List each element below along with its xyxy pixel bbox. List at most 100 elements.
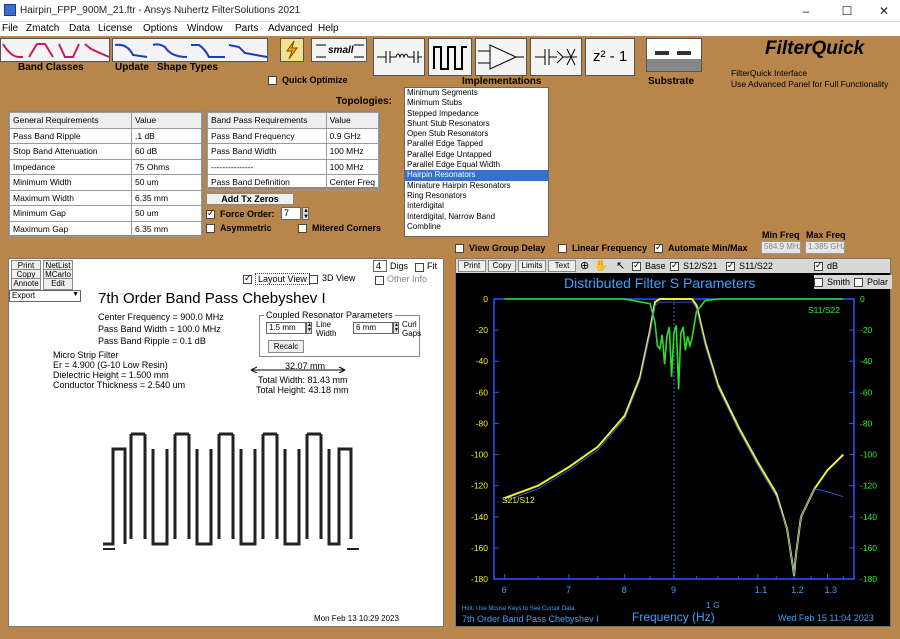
menu-window[interactable]: Window — [187, 23, 223, 34]
s11-checkbox[interactable] — [726, 260, 735, 272]
min-freq-input[interactable]: 584.9 MHz — [761, 241, 801, 254]
menu-data[interactable]: Data — [69, 23, 90, 34]
bandpass-requirements-table[interactable]: Band Pass Requirements Value Pass Band Fr… — [206, 111, 380, 191]
topology-list[interactable]: Minimum Segments Minimum Stubs Stepped I… — [404, 87, 549, 237]
active-impl-button[interactable] — [475, 38, 527, 76]
hand-icon[interactable]: ✋ — [594, 259, 608, 272]
list-item[interactable]: Parallel Edge Untapped — [405, 150, 548, 160]
menu-advanced[interactable]: Advanced — [268, 23, 312, 34]
list-item[interactable]: Combline — [405, 222, 548, 232]
linear-freq-checkbox[interactable] — [558, 243, 567, 254]
table-cell[interactable]: 100 MHz — [325, 158, 380, 175]
table-row[interactable]: --------------- 100 MHz — [207, 158, 380, 175]
zoom-icon[interactable]: ⊕ — [580, 259, 589, 272]
s-parameter-chart[interactable]: 6 7 8 9 1.1 1.2 1.3 0 -20 -40 -60 -80 -100 -120 -140 -1… — [456, 289, 890, 626]
table-cell[interactable]: Center Freq — [325, 174, 380, 191]
general-requirements-table[interactable]: General Requirements Value Pass Band Ripp… — [8, 111, 203, 237]
list-item[interactable]: Parallel Edge Tapped — [405, 139, 548, 149]
other-info-checkbox[interactable] — [375, 275, 384, 286]
shape-types-group[interactable] — [112, 38, 268, 62]
table-cell[interactable]: 50 um — [131, 205, 202, 222]
table-row[interactable]: Pass Band Width 100 MHz — [207, 143, 380, 160]
curl-gap-spinner[interactable]: ▲ ▼ — [393, 322, 399, 334]
curl-gap-input[interactable]: 6 mm — [353, 322, 393, 334]
table-row[interactable]: Stop Band Attenuation 60 dB — [9, 143, 202, 160]
asymmetric-checkbox[interactable] — [206, 223, 215, 234]
s12-checkbox[interactable] — [670, 260, 679, 272]
update-label[interactable]: Update — [115, 62, 149, 73]
list-item[interactable]: Minimum Stubs — [405, 98, 548, 108]
menu-license[interactable]: License — [98, 23, 132, 34]
list-item[interactable]: Miniature Hairpin Resonators — [405, 181, 548, 191]
annote-button[interactable]: Annote — [11, 278, 41, 290]
table-cell[interactable]: 50 um — [131, 174, 202, 191]
table-cell[interactable]: 6.35 mm — [131, 189, 202, 206]
list-item[interactable]: Minimum Segments — [405, 88, 548, 98]
line-width-input[interactable]: 1.5 mm — [266, 322, 306, 334]
substrate-button[interactable] — [646, 38, 702, 72]
digital-impl-button[interactable]: z² - 1 — [585, 38, 635, 76]
order-spinner[interactable]: ▲ ▼ — [302, 207, 309, 220]
lightning-button[interactable] — [280, 38, 304, 62]
layout-view-checkbox[interactable] — [243, 273, 252, 285]
order-input[interactable]: 7 — [281, 207, 301, 220]
table-cell[interactable]: 6.35 mm — [131, 220, 202, 237]
list-item[interactable]: Interdigital, Narrow Band — [405, 212, 548, 222]
max-freq-input[interactable]: 1.385 GHz — [805, 241, 845, 254]
table-cell[interactable]: 0.9 GHz — [325, 127, 380, 144]
text-button[interactable]: Text — [548, 260, 576, 272]
menu-parts[interactable]: Parts — [235, 23, 258, 34]
table-row[interactable]: Minimum Width 50 um — [9, 174, 202, 191]
digs-input[interactable]: 4 — [373, 260, 387, 272]
menu-zmatch[interactable]: Zmatch — [26, 23, 59, 34]
table-cell[interactable]: 75 Ohms — [131, 158, 202, 175]
mitered-checkbox[interactable] — [298, 223, 307, 234]
recalc-button[interactable]: Recalc — [268, 340, 304, 353]
force-order-checkbox[interactable] — [206, 208, 215, 220]
limits-button[interactable]: Limits — [518, 260, 546, 272]
edit-button[interactable]: Edit — [43, 278, 73, 290]
table-row[interactable]: Pass Band Frequency 0.9 GHz — [207, 127, 380, 144]
table-row[interactable]: Pass Band Ripple .1 dB — [9, 127, 202, 144]
quick-optimize-checkbox[interactable] — [268, 75, 277, 86]
table-row[interactable]: Maximum Width 6.35 mm — [9, 189, 202, 206]
list-item[interactable]: Interdigital — [405, 201, 548, 211]
list-item-selected[interactable]: Hairpin Resonators — [405, 170, 548, 181]
table-row[interactable]: Pass Band Definition Center Freq — [207, 174, 380, 191]
menu-options[interactable]: Options — [143, 23, 177, 34]
table-row[interactable]: Maximum Gap 6.35 mm — [9, 220, 202, 237]
export-select[interactable]: Export ▼ — [9, 290, 81, 302]
3d-view-checkbox[interactable] — [309, 274, 318, 285]
table-cell[interactable]: 100 MHz — [325, 143, 380, 160]
table-row[interactable]: Minimum Gap 50 um — [9, 205, 202, 222]
graph-copy-button[interactable]: Copy — [488, 260, 516, 272]
menu-help[interactable]: Help — [318, 23, 339, 34]
table-cell[interactable]: .1 dB — [131, 127, 202, 144]
automate-checkbox[interactable] — [654, 242, 663, 254]
line-width-spinner[interactable]: ▲ ▼ — [306, 322, 312, 334]
add-tx-zeros-button[interactable]: Add Tx Zeros — [206, 193, 294, 205]
band-classes-group[interactable] — [0, 38, 110, 62]
list-item[interactable]: Ring Resonators — [405, 191, 548, 201]
distributed-impl-button[interactable] — [428, 38, 472, 76]
base-checkbox[interactable] — [632, 260, 641, 272]
lumped-impl-button[interactable] — [373, 38, 425, 76]
list-item[interactable]: Open Stub Resonators — [405, 129, 548, 139]
group-delay-checkbox[interactable] — [455, 243, 464, 254]
switched-cap-button[interactable] — [530, 38, 582, 76]
close-button[interactable]: ✕ — [870, 3, 898, 19]
polar-checkbox[interactable] — [854, 277, 863, 288]
list-item[interactable]: Shunt Stub Resonators — [405, 119, 548, 129]
table-row[interactable]: Impedance 75 Ohms — [9, 158, 202, 175]
small-button[interactable]: small — [311, 38, 367, 62]
menu-file[interactable]: File — [2, 23, 18, 34]
smith-checkbox[interactable] — [814, 277, 823, 288]
cursor-icon[interactable]: ↖ — [616, 259, 625, 272]
maximize-button[interactable]: ☐ — [833, 3, 861, 19]
table-cell[interactable]: 60 dB — [131, 143, 202, 160]
list-item[interactable]: Parallel Edge Equal Width — [405, 160, 548, 170]
minimize-button[interactable]: – — [792, 3, 820, 19]
list-item[interactable]: Stepped Impedance — [405, 109, 548, 119]
db-checkbox[interactable] — [814, 260, 823, 272]
graph-print-button[interactable]: Print — [458, 260, 486, 272]
